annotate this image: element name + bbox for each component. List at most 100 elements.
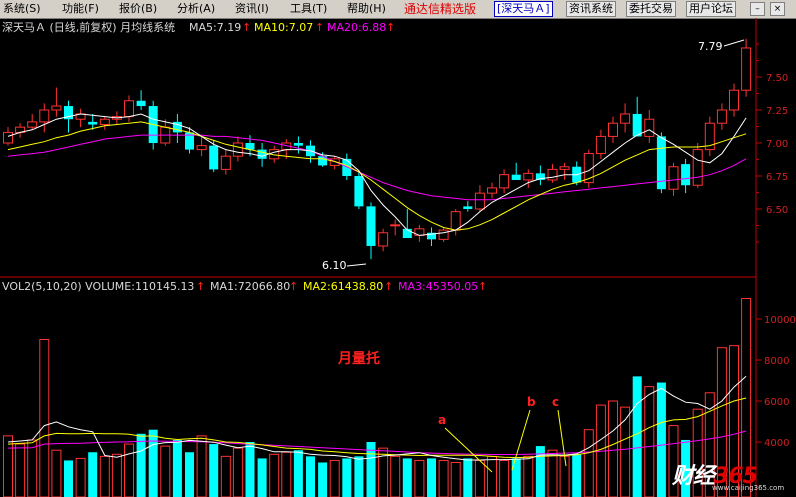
volume-bar-down	[293, 450, 303, 497]
vol-ma3-label: MA3:45350.05	[398, 280, 478, 293]
candle-body-up	[27, 121, 38, 128]
volume-title: VOL2(5,10,20) VOLUME:110145.13	[2, 280, 194, 293]
price-title: 深天马Ａ (日线,前复权) 月均线系统	[2, 20, 175, 34]
chart-canvas: 深天马Ａ (日线,前复权) 月均线系统 MA5:7.19 ↑ MA10:7.07…	[0, 18, 796, 497]
ma10-up-arrow: ↑	[315, 21, 324, 34]
candle-body-up	[51, 105, 62, 111]
volume-bar-down	[342, 458, 352, 497]
price-ma20-line	[7, 134, 747, 201]
volume-bar-up	[27, 439, 38, 497]
candle-body-up	[438, 229, 449, 240]
volume-bar-up	[559, 455, 570, 497]
volume-tick-label: 4000	[764, 438, 789, 449]
volume-bar-down	[88, 452, 98, 497]
volume-bar-up	[547, 449, 558, 497]
candle-body-up	[196, 145, 207, 151]
price-y-axis: 7.50 7.25 7.00 6.75 6.50	[756, 43, 788, 243]
candle-body-down	[293, 143, 303, 146]
volume-bar-down	[172, 439, 182, 497]
candle-body-up	[474, 192, 485, 210]
candle-body-up	[716, 109, 727, 124]
volume-tick-label: 6000	[764, 397, 789, 408]
ma10-label: MA10:7.07	[254, 21, 313, 34]
volume-bar-up	[329, 459, 340, 497]
volume-bar-up	[474, 459, 485, 497]
monthly-volume-support-label: 月量托	[337, 350, 380, 367]
volume-bar-down	[185, 452, 194, 497]
candle-body-down	[209, 145, 219, 170]
volume-bar-up	[390, 455, 401, 497]
candle-body-up	[220, 155, 231, 170]
price-header: 深天马Ａ (日线,前复权) 月均线系统 MA5:7.19 ↑ MA10:7.07…	[2, 20, 395, 34]
high-price-label: 7.79	[698, 40, 723, 53]
volume-bar-up	[644, 386, 655, 497]
volume-tick-label: 8000	[764, 356, 789, 367]
candle-body-up	[620, 113, 631, 124]
candle-body-up	[595, 135, 606, 155]
volume-bar-up	[232, 447, 243, 497]
candle-body-up	[729, 89, 739, 111]
candle-body-up	[692, 149, 703, 186]
volume-bar-down	[463, 458, 473, 497]
volume-bar-up	[281, 451, 292, 497]
volume-bar-up	[487, 455, 497, 497]
candle-body-up	[523, 172, 534, 181]
volume-bars	[3, 298, 752, 497]
price-tick-label: 7.25	[766, 106, 788, 117]
volume-header: VOL2(5,10,20) VOLUME:110145.13 ↑ MA1:720…	[2, 280, 487, 293]
volume-bar-down	[572, 454, 582, 497]
price-tick-label: 6.50	[766, 205, 788, 216]
vol-ma3-up-arrow: ↑	[478, 280, 487, 293]
watermark-main-text: 财经	[672, 464, 715, 489]
volume-bar-up	[438, 459, 449, 497]
volume-bar-up	[450, 462, 461, 497]
candle-body-down	[681, 164, 691, 186]
volume-bar-down	[136, 433, 146, 497]
volume-bar-down	[427, 458, 436, 497]
candle-body-up	[450, 211, 461, 231]
ma5-label: MA5:7.19	[189, 21, 241, 34]
volume-bar-up	[620, 406, 631, 497]
volume-bar-up	[608, 400, 618, 497]
candle-body-down	[88, 121, 98, 125]
volume-bar-up	[3, 435, 13, 497]
volume-bar-up	[583, 429, 594, 497]
candle-body-up	[99, 118, 110, 126]
marker-c-label: c	[552, 395, 559, 409]
marker-b-label: b	[527, 395, 536, 409]
candle-body-down	[511, 174, 521, 180]
volume-bar-up	[99, 455, 110, 497]
volume-tick-label: 10000	[764, 315, 796, 326]
volume-bar-down	[318, 462, 328, 497]
watermark-url: www.caijing365.com	[712, 484, 785, 492]
volume-bar-down	[402, 458, 412, 497]
candlesticks	[3, 38, 752, 260]
candle-body-up	[124, 100, 134, 118]
volume-bar-up	[414, 459, 425, 497]
candle-body-up	[487, 187, 497, 194]
volume-bar-up	[15, 443, 26, 497]
volume-bar-up	[39, 339, 50, 497]
volume-bar-down	[209, 444, 219, 497]
volume-bar-up	[51, 449, 62, 497]
volume-bar-down	[354, 456, 364, 497]
candle-body-down	[463, 206, 473, 209]
price-tick-label: 6.75	[766, 172, 788, 183]
candle-body-up	[3, 131, 13, 144]
candle-body-up	[608, 122, 618, 137]
volume-bar-up	[269, 453, 280, 497]
volume-bar-up	[124, 443, 134, 497]
candle-body-down	[632, 113, 642, 137]
low-price-label: 6.10	[322, 259, 347, 272]
ma20-up-arrow: ↑	[386, 21, 395, 34]
volume-bar-up	[523, 455, 534, 497]
volume-bar-up	[196, 435, 207, 497]
candle-body-up	[668, 166, 679, 190]
ma20-label: MA20:6.88	[327, 21, 386, 34]
volume-bar-down	[511, 458, 521, 497]
vol-ma2-up-arrow: ↑	[384, 280, 393, 293]
vol-ma1-up-arrow: ↑	[289, 280, 298, 293]
volume-bar-up	[75, 457, 86, 497]
vol-ma2-label: MA2:61438.80	[303, 280, 383, 293]
volume-bar-down	[656, 382, 666, 497]
